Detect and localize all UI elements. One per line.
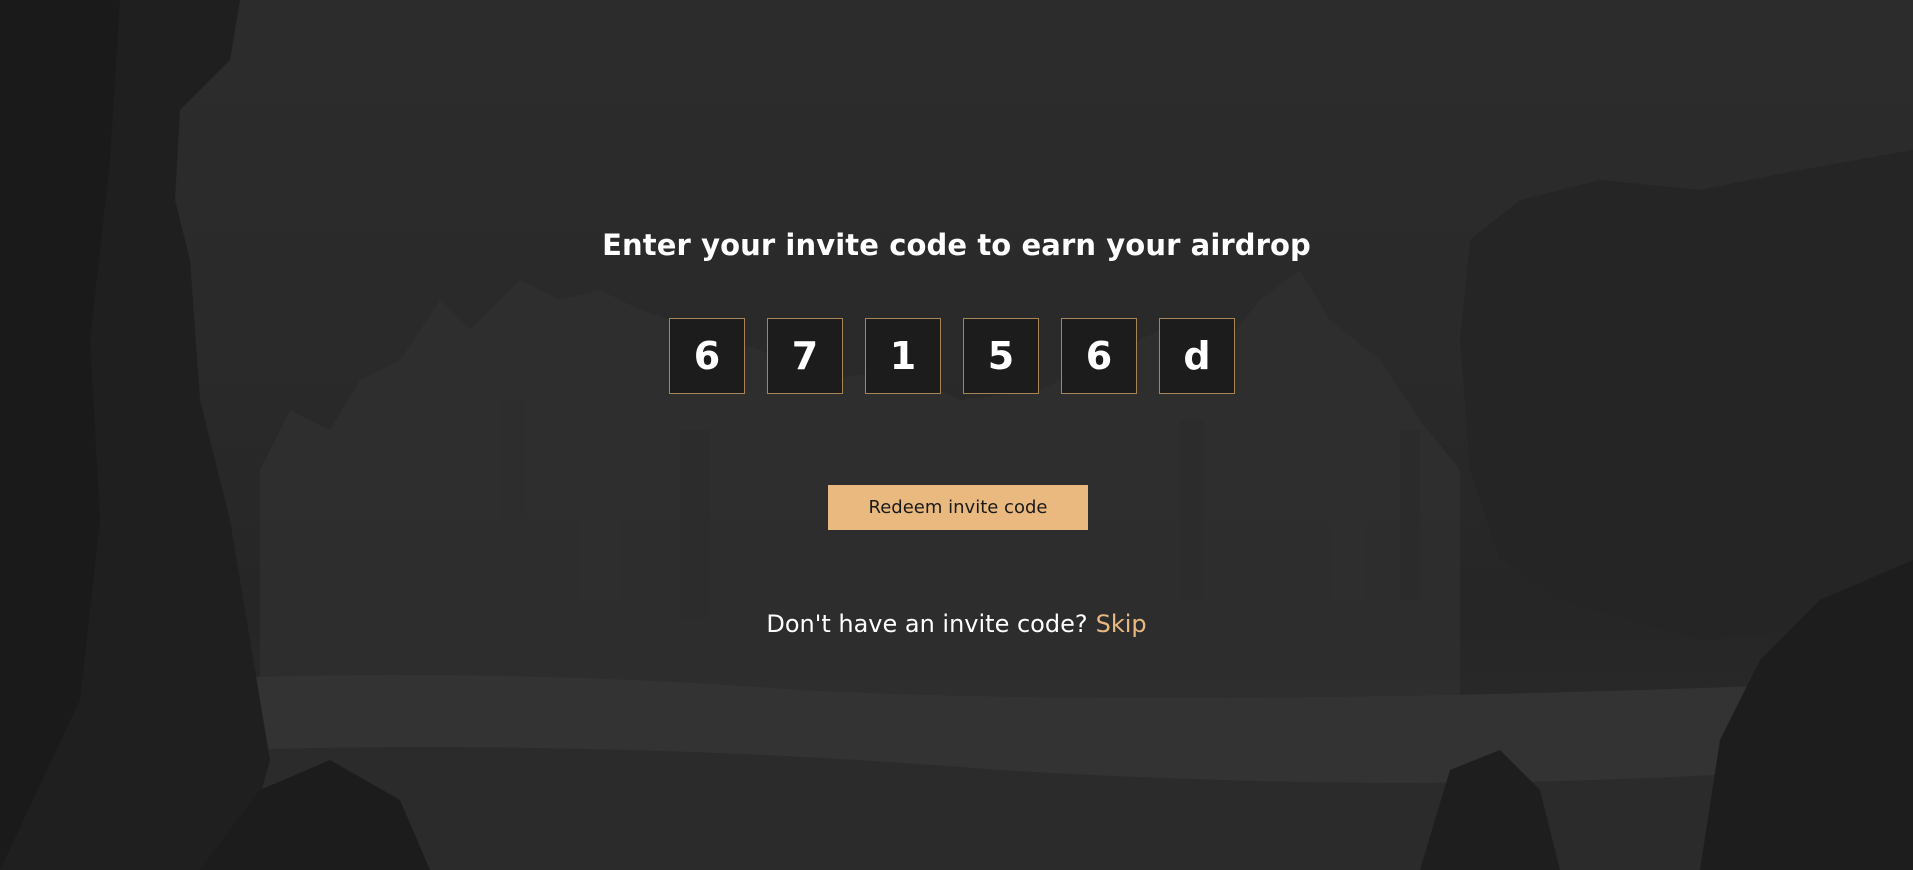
invite-code-inputs: 6 7 1 5 6 d xyxy=(669,318,1235,394)
code-digit-2[interactable]: 7 xyxy=(767,318,843,394)
no-code-prompt: Don't have an invite code? xyxy=(766,610,1088,638)
code-digit-3[interactable]: 1 xyxy=(865,318,941,394)
code-digit-1[interactable]: 6 xyxy=(669,318,745,394)
no-code-prompt-line: Don't have an invite code? Skip xyxy=(0,610,1913,638)
code-digit-6[interactable]: d xyxy=(1159,318,1235,394)
invite-code-page: Enter your invite code to earn your aird… xyxy=(0,0,1913,870)
page-title: Enter your invite code to earn your aird… xyxy=(602,228,1311,262)
redeem-invite-code-button[interactable]: Redeem invite code xyxy=(828,485,1088,530)
skip-link[interactable]: Skip xyxy=(1096,610,1147,638)
code-digit-5[interactable]: 6 xyxy=(1061,318,1137,394)
code-digit-4[interactable]: 5 xyxy=(963,318,1039,394)
invite-code-form: Enter your invite code to earn your aird… xyxy=(0,0,1913,870)
